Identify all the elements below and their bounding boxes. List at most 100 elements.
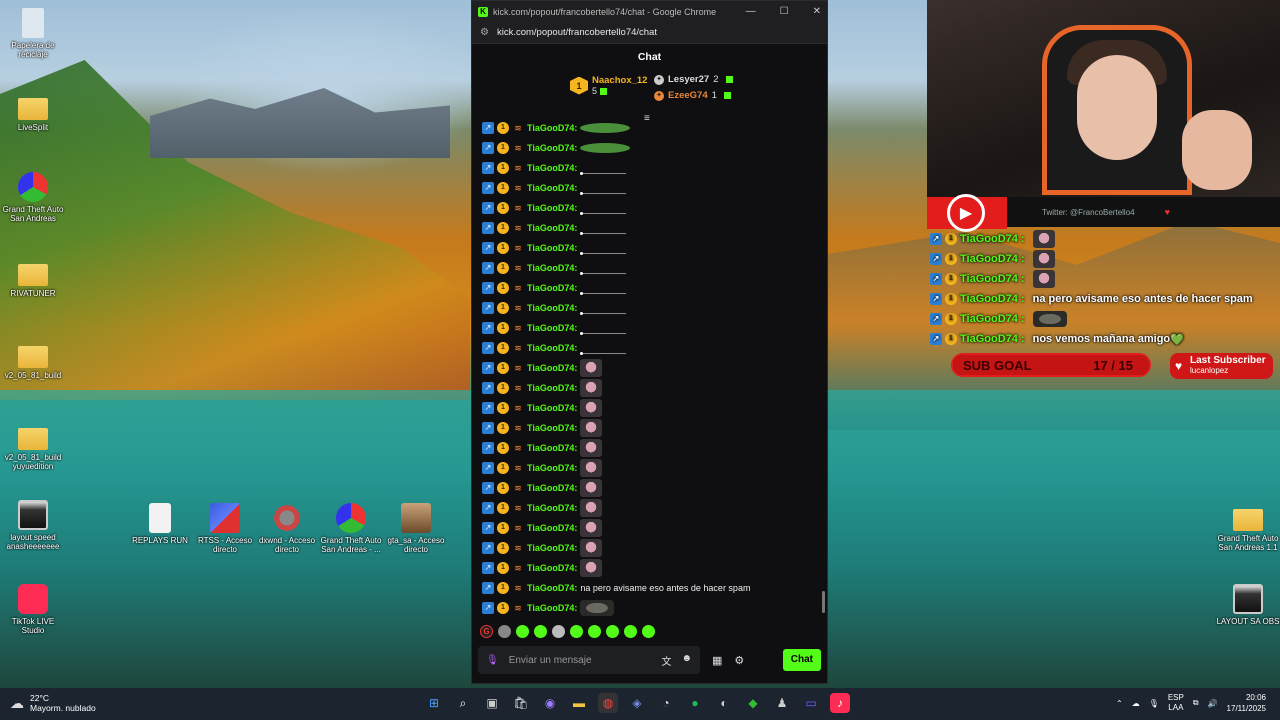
chat-username[interactable]: TiaGooD74: <box>527 423 577 433</box>
spotify-icon[interactable]: ● <box>685 693 705 713</box>
address-bar[interactable]: ⚙ kick.com/popout/francobertello74/chat <box>472 22 827 44</box>
search-icon[interactable]: ⌕ <box>453 693 473 713</box>
store-icon[interactable]: 🛍 <box>511 693 531 713</box>
language-indicator[interactable]: ESP LAA <box>1168 693 1184 713</box>
app-icon[interactable]: ♟ <box>772 693 792 713</box>
task-view-icon[interactable]: ▣ <box>482 693 502 713</box>
minimize-button[interactable]: — <box>746 6 756 17</box>
desktop-icon[interactable]: LiveSplit <box>0 92 66 132</box>
desktop-icon[interactable]: REPLAYS RUN <box>127 503 193 545</box>
chat-username[interactable]: TiaGooD74: <box>527 603 577 613</box>
tiktok-icon[interactable]: ♪ <box>830 693 850 713</box>
emote-icon[interactable] <box>624 625 637 638</box>
chevron-up-icon[interactable]: ⌃ <box>1116 699 1123 708</box>
chat-message[interactable]: ↗ 1 ≋ TiaGooD74: <box>482 338 627 358</box>
chat-message[interactable]: ↗ 1 ≋ TiaGooD74: <box>482 178 627 198</box>
chat-message[interactable]: ↗ 1 ≋ TiaGooD74: <box>482 198 627 218</box>
chat-username[interactable]: TiaGooD74: <box>527 123 577 133</box>
desktop-icon[interactable]: Grand Theft Auto San Andreas 1.1 <box>1215 503 1280 552</box>
chat-message[interactable]: ↗ 1 ≋ TiaGooD74: <box>482 438 603 458</box>
chat-username[interactable]: TiaGooD74: <box>527 523 577 533</box>
microphone-icon[interactable]: 🎙 <box>1149 699 1159 708</box>
chat-message[interactable]: ↗ 1 ≋ TiaGooD74: <box>482 121 631 138</box>
desktop-icon[interactable]: TikTok LIVE Studio <box>0 584 66 635</box>
chat-message[interactable]: ↗ 1 ≋ TiaGooD74: <box>482 158 627 178</box>
monitor-icon[interactable]: ▭ <box>801 693 821 713</box>
chat-username[interactable]: TiaGooD74: <box>527 483 577 493</box>
window-titlebar[interactable]: K kick.com/popout/francobertello74/chat … <box>472 1 827 22</box>
chat-message[interactable]: ↗ 1 ≋ TiaGooD74: <box>482 258 627 278</box>
chat-username[interactable]: TiaGooD74: <box>527 543 577 553</box>
obs-icon[interactable]: ◉ <box>540 693 560 713</box>
site-settings-icon[interactable]: ⚙ <box>480 27 489 38</box>
emote-icon[interactable] <box>534 625 547 638</box>
display-icon[interactable]: ⧉ <box>1193 698 1199 708</box>
emote-icon[interactable] <box>642 625 655 638</box>
leaderboard-third[interactable]: ✦ EzeeG74 1 <box>654 90 731 101</box>
translate-icon[interactable]: 文 <box>661 653 671 668</box>
chat-username[interactable]: TiaGooD74: <box>527 463 577 473</box>
weather-widget[interactable]: ☁ 22°C Mayorm. nublado <box>10 693 96 713</box>
file-explorer-icon[interactable]: ▬ <box>569 693 589 713</box>
emote-icon[interactable] <box>606 625 619 638</box>
chat-messages[interactable]: ↗ 1 ≋ TiaGooD74: ↗ 1 ≋ TiaGooD74: ↗ 1 ≋ TiaGooD74: ↗… <box>472 121 827 616</box>
cloud-sync-icon[interactable]: ☁ <box>1132 699 1140 708</box>
chat-username[interactable]: TiaGooD74: <box>527 303 577 313</box>
chat-message[interactable]: ↗ 1 ≋ TiaGooD74: <box>482 298 627 318</box>
chat-username[interactable]: TiaGooD74: <box>527 163 577 173</box>
desktop-icon[interactable]: Papelera de reciclaje <box>0 8 66 59</box>
chat-username[interactable]: TiaGooD74: <box>527 403 577 413</box>
chat-username[interactable]: TiaGooD74: <box>527 383 577 393</box>
chat-username[interactable]: TiaGooD74: <box>527 563 577 573</box>
microphone-icon[interactable]: 🎙 <box>486 655 499 666</box>
desktop-icon[interactable]: Grand Theft Auto San Andreas - ... <box>318 503 384 554</box>
chat-message[interactable]: ↗ 1 ≋ TiaGooD74: <box>482 418 603 438</box>
start-icon[interactable]: ⊞ <box>424 693 444 713</box>
chat-scrollbar[interactable] <box>822 591 825 613</box>
chat-username[interactable]: TiaGooD74: <box>527 243 577 253</box>
chat-message[interactable]: ↗ 1 ≋ TiaGooD74: <box>482 458 603 478</box>
chat-message[interactable]: ↗ 1 ≋ TiaGooD74: <box>482 398 603 418</box>
desktop-icon[interactable]: layout speed anasheeeeeee <box>0 500 66 551</box>
emote-icon[interactable] <box>588 625 601 638</box>
desktop-icon[interactable]: RIVATUNER <box>0 258 66 298</box>
settings-gear-icon[interactable]: ⚙ <box>734 654 744 667</box>
chat-message[interactable]: ↗ 1 ≋ TiaGooD74: <box>482 138 631 158</box>
desktop-icon[interactable]: LAYOUT SA OBS <box>1215 584 1280 626</box>
chat-username[interactable]: TiaGooD74: <box>527 223 577 233</box>
chat-username[interactable]: TiaGooD74: <box>527 263 577 273</box>
chat-username[interactable]: TiaGooD74: <box>527 203 577 213</box>
desktop-icon[interactable]: v2_05_81_build yuyuedition <box>0 422 66 471</box>
chat-username[interactable]: TiaGooD74: <box>527 343 577 353</box>
gif-emote-icon[interactable]: G <box>480 625 493 638</box>
clock[interactable]: 20:06 17/11/2025 <box>1227 692 1266 714</box>
chat-message[interactable]: ↗ 1 ≋ TiaGooD74: <box>482 218 627 238</box>
desktop-icon[interactable]: dxwnd - Acceso directo <box>254 503 320 554</box>
chat-message[interactable]: ↗ 1 ≋ TiaGooD74: <box>482 318 627 338</box>
store-icon[interactable]: ▦ <box>712 654 722 667</box>
send-chat-button[interactable]: Chat <box>782 649 821 671</box>
chat-message[interactable]: ↗ 1 ≋ TiaGooD74: na pero avisame eso antes d… <box>482 578 750 598</box>
chrome-window[interactable]: K kick.com/popout/francobertello74/chat … <box>471 0 828 684</box>
gta-icon[interactable]: ◆ <box>743 693 763 713</box>
desktop-icon[interactable]: RTSS - Acceso directo <box>192 503 258 554</box>
emoji-picker-icon[interactable]: ☻ <box>681 653 692 668</box>
chat-username[interactable]: TiaGooD74: <box>527 183 577 193</box>
emote-icon[interactable] <box>498 625 511 638</box>
chat-message[interactable]: ↗ 1 ≋ TiaGooD74: <box>482 478 603 498</box>
close-button[interactable]: ✕ <box>813 6 821 17</box>
speedrun-timer-icon[interactable]: ◔ <box>656 693 676 713</box>
chat-message[interactable]: ↗ 1 ≋ TiaGooD74: <box>482 538 603 558</box>
emote-icon[interactable] <box>570 625 583 638</box>
chat-message[interactable]: ↗ 1 ≋ TiaGooD74: <box>482 498 603 518</box>
discord-icon[interactable]: ◈ <box>627 693 647 713</box>
chat-message[interactable]: ↗ 1 ≋ TiaGooD74: <box>482 598 615 616</box>
chat-username[interactable]: TiaGooD74: <box>527 583 577 593</box>
leaderboard-first[interactable]: 1 Naachox_12 5 <box>570 75 647 96</box>
maximize-button[interactable]: ☐ <box>780 6 789 17</box>
chat-username[interactable]: TiaGooD74: <box>527 443 577 453</box>
steam-icon[interactable]: ◐ <box>714 693 734 713</box>
chat-username[interactable]: TiaGooD74: <box>527 323 577 333</box>
chat-message[interactable]: ↗ 1 ≋ TiaGooD74: <box>482 378 603 398</box>
emote-icon[interactable] <box>552 625 565 638</box>
